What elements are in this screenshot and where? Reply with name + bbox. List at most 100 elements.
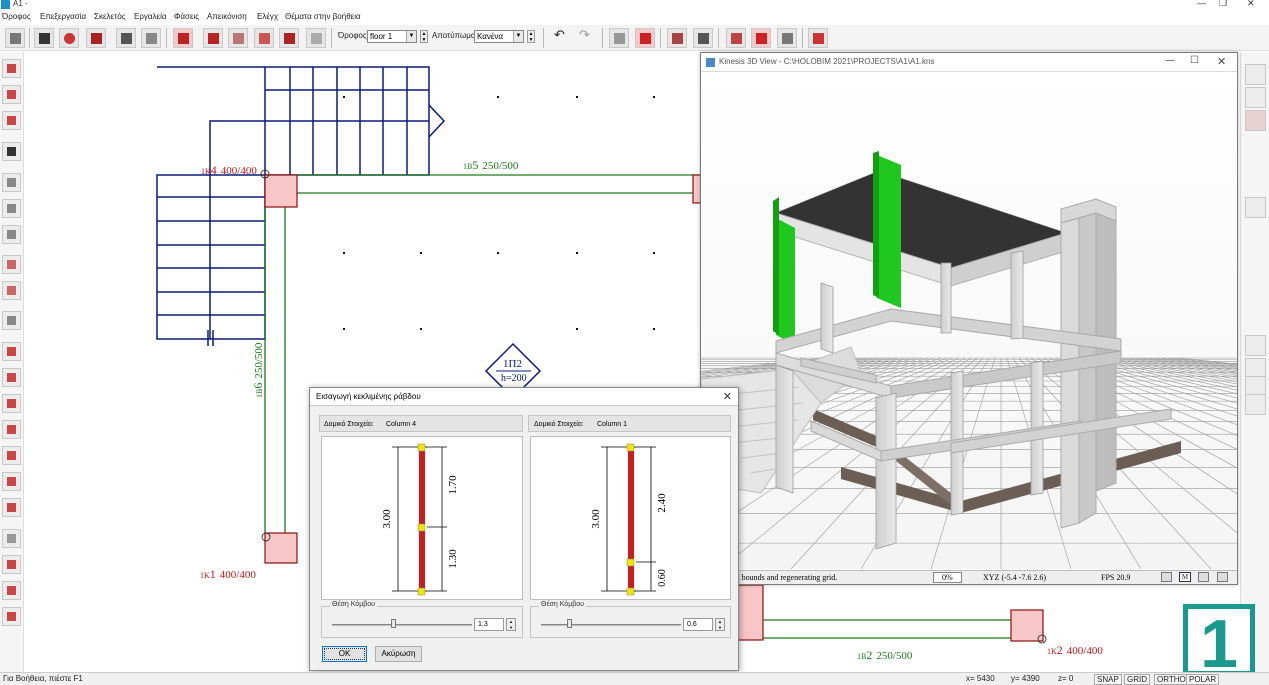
draw-tool-2[interactable] xyxy=(2,85,21,104)
building-icon xyxy=(10,33,21,44)
ok-button[interactable]: OK xyxy=(322,646,367,662)
view3d-settings-icon[interactable] xyxy=(1161,572,1172,582)
draw-tool-1[interactable] xyxy=(2,59,21,78)
right-tool-2[interactable] xyxy=(1245,87,1266,108)
save-button[interactable] xyxy=(34,28,54,48)
column-k2[interactable] xyxy=(1010,609,1044,642)
view3d-camera-icon[interactable] xyxy=(1198,572,1209,582)
minimize-icon[interactable]: — xyxy=(1165,55,1175,66)
view3d-scene[interactable] xyxy=(0,73,1269,570)
tool-c-button[interactable] xyxy=(254,28,274,48)
view3d-export-icon[interactable] xyxy=(1217,572,1228,582)
left-node-slider-thumb[interactable] xyxy=(390,619,396,628)
tool-e-button[interactable] xyxy=(306,28,326,48)
polar-toggle[interactable]: POLAR xyxy=(1186,674,1220,685)
right-tool-5[interactable] xyxy=(1245,335,1266,356)
redo-icon[interactable]: ↷ xyxy=(579,27,590,43)
dim-tool[interactable] xyxy=(2,446,21,465)
view-e-button[interactable] xyxy=(777,28,797,48)
view-b-button[interactable] xyxy=(693,28,713,48)
zoom-extents-tool[interactable] xyxy=(2,199,21,218)
menu-view[interactable]: Απεικόνιση xyxy=(207,12,247,21)
zoom-in-tool[interactable] xyxy=(2,255,21,274)
cancel-button[interactable]: Ακύρωση xyxy=(375,646,422,662)
column-k3-partial[interactable] xyxy=(737,584,764,641)
floor-stepper[interactable]: ▲ ▼ xyxy=(420,30,428,43)
right-tool-4[interactable] xyxy=(1245,197,1266,218)
menu-floor[interactable]: Όροφος xyxy=(2,12,31,21)
node-tool[interactable] xyxy=(2,498,21,517)
left-node-stepper[interactable]: ▲ ▼ xyxy=(506,618,516,631)
tool-a-button[interactable] xyxy=(203,28,223,48)
ruler-icon xyxy=(813,33,824,44)
view3d-m-button[interactable]: M xyxy=(1179,572,1191,582)
zoom-out-tool[interactable] xyxy=(2,281,21,300)
result-stepper[interactable]: ▲ ▼ xyxy=(527,30,535,43)
print-button[interactable] xyxy=(116,28,136,48)
result-select[interactable]: Κανένα ▼ xyxy=(474,30,524,43)
right-tool-3[interactable] xyxy=(1245,110,1266,131)
select-button[interactable] xyxy=(173,28,193,48)
menu-edit[interactable]: Επεξεργασία xyxy=(40,12,86,21)
slab-label: 1Π2 xyxy=(503,358,522,370)
menu-checks[interactable]: Ελέγχ xyxy=(257,12,278,21)
right-node-bottom xyxy=(626,587,635,596)
staircase[interactable] xyxy=(156,66,446,346)
view-a-button[interactable] xyxy=(667,28,687,48)
arc-tool[interactable] xyxy=(2,420,21,439)
menu-tools[interactable]: Εργαλεία xyxy=(134,12,166,21)
minimize-icon[interactable]: — xyxy=(1197,0,1206,8)
zoom-all-tool[interactable] xyxy=(2,225,21,244)
close-icon[interactable]: ✕ xyxy=(723,390,732,403)
tool-c-icon xyxy=(259,33,270,44)
close-icon[interactable]: ✕ xyxy=(1247,0,1255,9)
text-tool[interactable] xyxy=(2,142,21,161)
menu-skeleton[interactable]: Σκελετός xyxy=(94,12,126,21)
right-node-input[interactable]: 0.6 xyxy=(683,618,713,631)
maximize-icon[interactable]: ❐ xyxy=(1219,0,1227,9)
pin-tool[interactable] xyxy=(2,555,21,574)
floor-select[interactable]: floor 1 ▼ xyxy=(367,30,417,43)
pan-tool[interactable] xyxy=(2,311,21,330)
grid-toggle[interactable]: GRID xyxy=(1124,674,1150,685)
right-node-slider-thumb[interactable] xyxy=(567,619,572,628)
snap-tool[interactable] xyxy=(2,529,21,548)
polyline-tool[interactable] xyxy=(2,368,21,387)
rect-tool[interactable] xyxy=(2,394,21,413)
snap-toggle[interactable]: SNAP xyxy=(1094,674,1122,685)
section-tool[interactable] xyxy=(2,581,21,600)
menu-help-topics[interactable]: Θέματα στην βοήθεια xyxy=(285,12,361,21)
close-project-button[interactable] xyxy=(86,28,106,48)
line-tool[interactable] xyxy=(2,342,21,361)
column-k4[interactable] xyxy=(264,174,298,208)
view3d-viewport[interactable] xyxy=(0,73,1269,570)
pan-button[interactable] xyxy=(609,28,629,48)
undo-icon[interactable]: ↶ xyxy=(554,27,565,43)
view-d-button[interactable] xyxy=(751,28,771,48)
right-tool-8[interactable] xyxy=(1245,394,1266,415)
draw-tool-3[interactable] xyxy=(2,111,21,130)
export-button[interactable] xyxy=(59,28,79,48)
left-node-mid[interactable] xyxy=(417,523,426,532)
view-c-button[interactable] xyxy=(726,28,746,48)
right-node-slider-track[interactable] xyxy=(541,624,681,626)
menu-phases[interactable]: Φάσεις xyxy=(174,12,199,21)
preview-button[interactable] xyxy=(141,28,161,48)
pencil-button[interactable] xyxy=(635,28,655,48)
measure-button[interactable] xyxy=(808,28,828,48)
home-button[interactable] xyxy=(5,28,25,48)
tool-d-button[interactable] xyxy=(279,28,299,48)
right-node-stepper[interactable]: ▲ ▼ xyxy=(715,618,725,631)
zoom-window-tool[interactable] xyxy=(2,173,21,192)
right-node-mid[interactable] xyxy=(626,558,635,567)
ortho-toggle[interactable]: ORTHO xyxy=(1154,674,1189,685)
close-icon xyxy=(91,33,102,44)
close-icon[interactable]: ✕ xyxy=(1217,55,1226,68)
left-node-input[interactable]: 1.3 xyxy=(474,618,504,631)
right-tool-1[interactable] xyxy=(1245,64,1266,85)
crosshair-tool[interactable] xyxy=(2,607,21,626)
maximize-icon[interactable]: ☐ xyxy=(1190,55,1199,66)
corner-tool[interactable] xyxy=(2,472,21,491)
left-node-slider-track[interactable] xyxy=(332,624,472,626)
tool-b-button[interactable] xyxy=(228,28,248,48)
